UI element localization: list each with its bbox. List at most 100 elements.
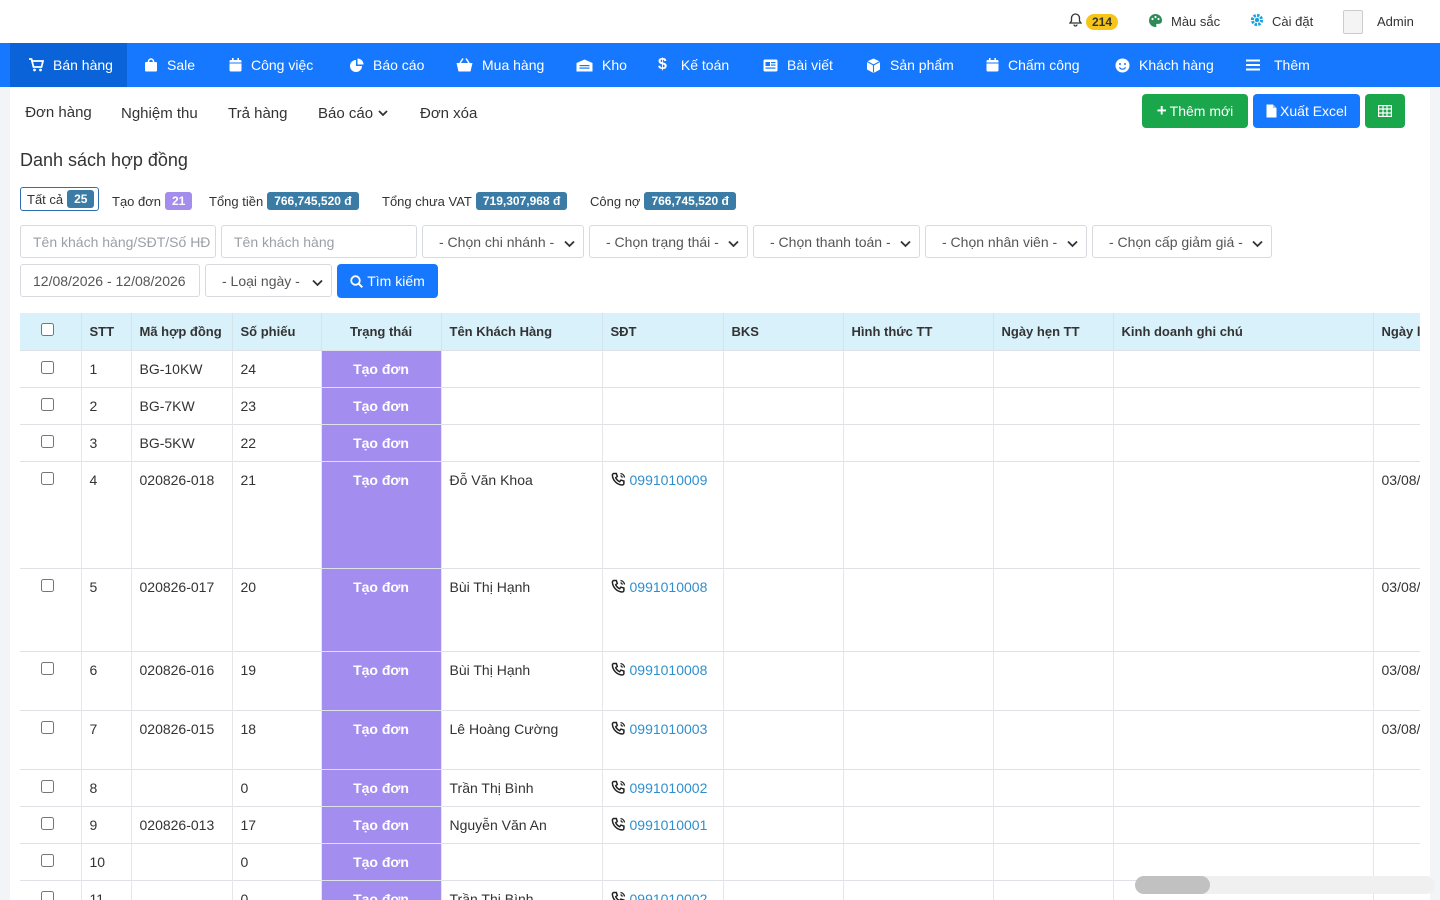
date-range-input[interactable]: 12/08/2026 - 12/08/2026 (20, 264, 200, 297)
status-badge[interactable]: Tạo đơn (321, 842, 442, 880)
tab-bao-cao[interactable]: Báo cáo (318, 94, 388, 132)
ticket-cell: 17 (232, 805, 322, 843)
row-checkbox[interactable] (40, 397, 54, 411)
table-row[interactable]: 4 020826-018 21 Tạo đơn Đỗ Văn Khoa 099101000… (20, 460, 1420, 568)
status-badge[interactable]: Tạo đơn (321, 460, 442, 568)
horizontal-scrollbar[interactable] (1135, 876, 1435, 894)
staff-select[interactable]: - Chọn nhân viên - (925, 225, 1087, 258)
status-badge[interactable]: Tạo đơn (321, 423, 442, 461)
status-select[interactable]: - Chọn trạng thái - (589, 225, 748, 258)
color-menu[interactable]: Màu sắc (1148, 0, 1220, 43)
settings-menu[interactable]: Cài đặt (1250, 0, 1313, 43)
phone-link[interactable]: 0991010009 (611, 472, 707, 488)
table-row[interactable]: 7 020826-015 18 Tạo đơn Lê Hoàng Cường 099101… (20, 709, 1420, 769)
palette-icon (1148, 13, 1163, 31)
col-header[interactable]: Mã hợp đồng (131, 313, 233, 350)
row-checkbox[interactable] (40, 471, 54, 485)
payment-due-cell (993, 709, 1114, 769)
status-badge[interactable]: Tạo đơn (321, 879, 442, 900)
sales-note-cell (1113, 768, 1374, 806)
table-row[interactable]: 1 BG-10KW 24 Tạo đơn (20, 349, 1420, 387)
add-new-button[interactable]: + Thêm mới (1142, 94, 1248, 128)
col-header[interactable]: BKS (723, 313, 844, 350)
phone-link[interactable]: 0991010008 (611, 662, 707, 678)
nav-kho[interactable]: Kho (576, 43, 627, 87)
row-checkbox[interactable] (40, 360, 54, 374)
col-header[interactable]: Ngày hẹn TT (993, 313, 1114, 350)
phone-link[interactable]: 0991010003 (611, 721, 707, 737)
phone-number: 0991010002 (629, 779, 708, 796)
row-select-cell (20, 805, 82, 843)
date-type-select[interactable]: - Loại ngày - (205, 264, 332, 297)
phone-link[interactable]: 0991010008 (611, 579, 707, 595)
nav-san-pham[interactable]: Sản phẩm (866, 43, 954, 87)
phone-link[interactable]: 0991010002 (611, 779, 708, 796)
table-row[interactable]: 5 020826-017 20 Tạo đơn Bùi Thị Hạnh 09910100… (20, 567, 1420, 651)
customer-name-input[interactable]: Tên khách hàng (221, 225, 417, 258)
branch-select[interactable]: - Chọn chi nhánh - (422, 225, 584, 258)
export-excel-button[interactable]: Xuất Excel (1253, 94, 1360, 128)
row-checkbox[interactable] (40, 816, 54, 830)
status-badge[interactable]: Tạo đơn (321, 805, 442, 843)
table-row[interactable]: 2 BG-7KW 23 Tạo đơn (20, 386, 1420, 424)
phone-link[interactable]: 0991010001 (611, 817, 707, 833)
nav-ban-hang[interactable]: Bán hàng (10, 43, 127, 87)
tab-don-xoa[interactable]: Đơn xóa (420, 94, 477, 132)
row-checkbox[interactable] (40, 890, 54, 900)
nav-sale[interactable]: Sale (144, 43, 195, 87)
status-badge[interactable]: Tạo đơn (321, 709, 442, 769)
table-row[interactable]: 3 BG-5KW 22 Tạo đơn (20, 423, 1420, 461)
table-row[interactable]: 9 020826-013 17 Tạo đơn Nguyễn Văn An 0991010… (20, 805, 1420, 843)
status-badge[interactable]: Tạo đơn (321, 768, 442, 806)
row-checkbox[interactable] (40, 434, 54, 448)
select-all-checkbox[interactable] (40, 323, 54, 337)
col-header[interactable]: Hình thức TT (843, 313, 994, 350)
nav-label: Sale (167, 57, 196, 73)
phone-link[interactable]: 0991010002 (611, 891, 707, 900)
nav-ke-toan[interactable]: $ Kế toán (658, 43, 729, 87)
search-input[interactable]: Tên khách hàng/SĐT/Số HĐ (20, 225, 216, 258)
col-header[interactable]: Kinh doanh ghi chú (1113, 313, 1374, 350)
status-badge[interactable]: Tạo đơn (321, 650, 442, 710)
row-checkbox[interactable] (40, 779, 54, 793)
filter-all[interactable]: Tất cả 25 (20, 187, 100, 211)
nav-them[interactable]: Thêm (1246, 43, 1310, 87)
select-value: - Loại ngày - (222, 272, 300, 289)
row-checkbox[interactable] (40, 578, 54, 592)
table-row[interactable]: 6 020826-016 19 Tạo đơn Bùi Thị Hạnh 09910100… (20, 650, 1420, 710)
nav-mua-hang[interactable]: Mua hàng (456, 43, 544, 87)
payment-select[interactable]: - Chọn thanh toán - (753, 225, 920, 258)
discount-select[interactable]: - Chọn cấp giảm giá - (1092, 225, 1272, 258)
tab-nghiem-thu[interactable]: Nghiệm thu (121, 94, 198, 132)
row-checkbox[interactable] (40, 661, 54, 675)
stt-cell: 2 (81, 386, 132, 424)
filter-created[interactable]: Tạo đơn 21 (112, 189, 193, 213)
status-badge[interactable]: Tạo đơn (321, 567, 442, 651)
table-row[interactable]: 8 0 Tạo đơn Trần Thị Bình 0991010002 (20, 768, 1420, 806)
nav-cong-viec[interactable]: Công việc (229, 43, 313, 87)
notification-button[interactable]: 214 (1068, 0, 1119, 43)
col-header[interactable]: Tên Khách Hàng (441, 313, 603, 350)
table-row[interactable]: 10 0 Tạo đơn (20, 842, 1420, 880)
col-header[interactable]: Trạng thái (321, 313, 442, 350)
nav-bai-viet[interactable]: Bài viết (763, 43, 833, 87)
col-header[interactable]: STT (81, 313, 132, 350)
row-checkbox[interactable] (40, 853, 54, 867)
payment-due-cell (993, 460, 1114, 568)
nav-cham-cong[interactable]: Chấm công (986, 43, 1080, 87)
row-checkbox[interactable] (40, 720, 54, 734)
tab-don-hang[interactable]: Đơn hàng (10, 94, 107, 132)
col-header[interactable]: Số phiếu (232, 313, 322, 350)
scrollbar-thumb[interactable] (1135, 876, 1210, 894)
table-view-button[interactable] (1365, 94, 1405, 128)
status-badge[interactable]: Tạo đơn (321, 349, 442, 387)
col-header[interactable]: SĐT (602, 313, 724, 350)
tab-tra-hang[interactable]: Trả hàng (228, 94, 287, 132)
status-badge[interactable]: Tạo đơn (321, 386, 442, 424)
search-button[interactable]: Tìm kiếm (337, 264, 438, 298)
date-cell (1373, 768, 1420, 806)
nav-bao-cao[interactable]: Báo cáo (349, 43, 424, 87)
user-menu[interactable]: Admin (1343, 0, 1414, 43)
col-header[interactable]: Ngày l (1373, 313, 1420, 350)
nav-khach-hang[interactable]: Khách hàng (1115, 43, 1214, 87)
